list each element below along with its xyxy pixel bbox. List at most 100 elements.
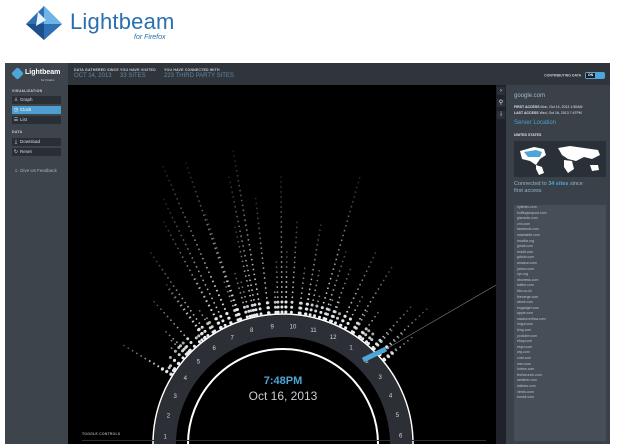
list-item[interactable]: tumblr.com <box>514 395 606 401</box>
connection-dot <box>390 329 393 332</box>
connection-dot <box>251 289 253 291</box>
connection-dot <box>255 202 258 205</box>
sidebar-item-graph[interactable]: ⅄ Graph <box>12 96 61 104</box>
connection-dot <box>174 343 176 345</box>
feedback-link[interactable]: ☺ Give Us Feedback <box>14 168 57 173</box>
connection-dot <box>182 239 185 241</box>
connection-dot <box>354 292 357 295</box>
connection-dot <box>178 202 180 205</box>
connection-dot <box>185 312 188 315</box>
first-access-label: FIRST ACCESS <box>514 105 540 109</box>
connection-dot <box>343 229 346 232</box>
connection-dot <box>212 313 215 316</box>
connection-dot <box>302 282 304 285</box>
connection-dot <box>160 367 164 371</box>
connection-dot <box>274 296 276 299</box>
connection-dot <box>194 325 197 327</box>
connection-dot <box>238 184 241 187</box>
connection-dot <box>177 247 179 250</box>
connection-dot <box>348 306 351 309</box>
toggle-controls[interactable]: TOGGLE CONTROLS <box>82 432 120 436</box>
connection-dot <box>176 225 178 228</box>
connection-dot <box>209 233 212 236</box>
sidebar: Lightbeam for Firefox VISUALIZATION ⅄ Gra… <box>5 63 68 444</box>
connection-dot <box>284 305 288 309</box>
download-icon: ⤓ <box>14 139 18 145</box>
connection-dot <box>237 220 240 223</box>
connection-dot <box>244 275 247 277</box>
connection-dot <box>281 296 283 298</box>
connection-dot <box>250 303 254 307</box>
connection-dot <box>294 251 297 254</box>
connection-dot <box>243 250 245 252</box>
connection-dot <box>319 224 322 227</box>
connection-dot <box>380 283 382 286</box>
sidebar-item-list[interactable]: ☰ List <box>12 116 61 124</box>
connection-dot <box>236 236 239 238</box>
connection-dot <box>315 284 318 287</box>
connection-dot <box>172 285 175 287</box>
connection-dot <box>205 300 208 303</box>
connection-dot <box>156 304 159 307</box>
server-location-map <box>514 141 606 177</box>
connection-dot <box>276 291 279 293</box>
connection-dot <box>255 288 258 291</box>
server-country: UNITED STATES <box>514 133 542 137</box>
connection-dot <box>309 308 313 312</box>
connection-dot <box>168 356 172 359</box>
connection-dot <box>236 215 239 218</box>
connection-dot <box>165 225 167 228</box>
clock-visualization[interactable]: 1 2 3 4 5 6 7 8 9 10 11 12 1 2 3 4 5 6 7:48PM Oct 16, 201… <box>68 85 496 444</box>
connection-dot <box>257 302 261 306</box>
connection-dot <box>262 262 264 264</box>
pin-icon: ⚲ <box>498 100 504 106</box>
connection-dot <box>204 219 207 221</box>
connection-dot <box>350 205 353 208</box>
chevron-right-icon: › <box>500 88 502 94</box>
connection-dot <box>234 160 237 162</box>
connection-dot <box>252 294 254 296</box>
connection-dot <box>227 316 231 320</box>
connection-dot <box>200 332 203 336</box>
connection-dot <box>315 304 319 308</box>
connection-dot <box>208 271 210 274</box>
connection-dot <box>280 305 284 309</box>
connection-dot <box>280 300 284 304</box>
connection-dot <box>234 304 236 306</box>
connected-suffix: since <box>569 181 583 187</box>
connection-dot <box>314 253 317 256</box>
connection-dot <box>280 310 284 314</box>
stat-label: DATA GATHERED SINCE <box>74 68 119 72</box>
connection-dot <box>285 256 288 258</box>
info-button[interactable]: i <box>497 111 505 119</box>
sidebar-logo[interactable]: Lightbeam for Firefox <box>11 67 63 85</box>
connection-dot <box>292 276 295 279</box>
connected-sites-list[interactable]: nytimes.com huffingtonpost.com gizmodo.com… <box>514 205 606 441</box>
sidebar-item-download[interactable]: ⤓ Download <box>12 138 61 146</box>
connection-dot <box>253 303 257 307</box>
connection-dot <box>372 256 375 259</box>
location-button[interactable]: ⚲ <box>497 99 505 107</box>
connection-dot <box>239 189 242 192</box>
connection-dot <box>214 247 217 250</box>
connection-dot <box>235 231 238 234</box>
connection-dot <box>165 331 167 333</box>
connection-dot <box>303 272 305 275</box>
connection-dot <box>232 196 235 198</box>
connection-dot <box>256 293 259 295</box>
site-domain: google.com <box>514 93 546 99</box>
sidebar-logo-text: Lightbeam <box>25 69 61 76</box>
connection-dot <box>346 220 349 223</box>
connection-dot <box>173 323 176 325</box>
connection-dot <box>172 238 175 241</box>
contributing-data-toggle[interactable]: ON <box>585 72 605 79</box>
collapse-panel-button[interactable]: › <box>497 87 505 95</box>
connection-dot <box>422 311 424 314</box>
connection-dot <box>332 289 335 291</box>
sidebar-item-clock[interactable]: ◷ Clock <box>12 106 61 114</box>
clock-chart[interactable]: 123456789 101112123456 7:48PM Oct 16, 201… <box>68 85 496 444</box>
connection-dot <box>389 328 392 331</box>
connection-dot <box>189 252 191 255</box>
sidebar-item-reset[interactable]: ↻ Reset <box>12 148 61 156</box>
connection-dot <box>242 291 245 293</box>
